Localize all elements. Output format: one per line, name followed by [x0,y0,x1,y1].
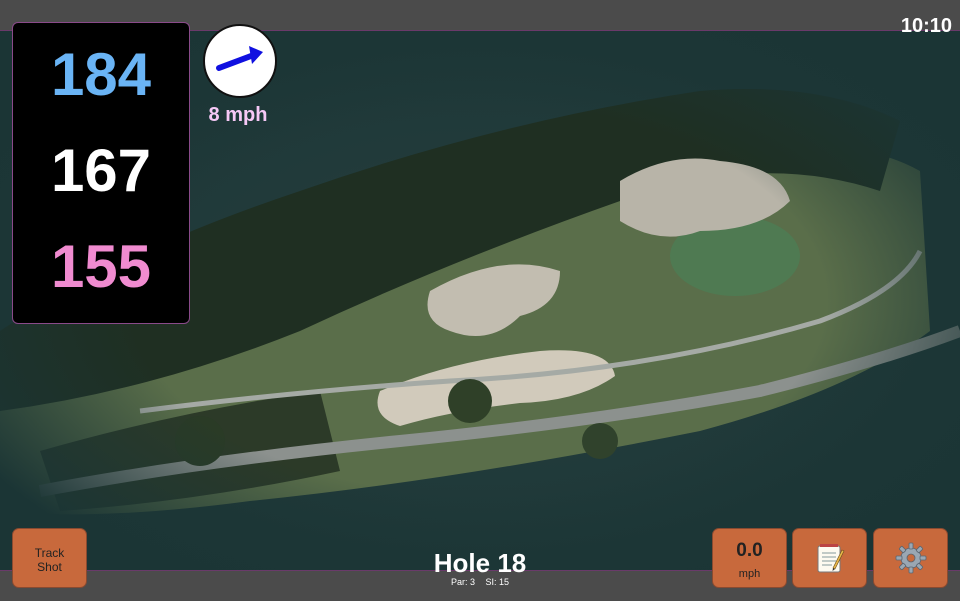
speed-unit: mph [738,568,761,580]
notes-button[interactable] [792,528,867,588]
speed-button[interactable]: 0.0 mph [712,528,787,588]
wind-speed: 8 mph [208,104,268,126]
hole-stroke-index: SI: 15 [485,577,510,587]
track-shot-label-line2: Shot [37,560,62,574]
wind-arrow-icon [216,46,263,71]
track-shot-button[interactable]: Track Shot [12,528,87,588]
distance-front: 155 [50,233,152,300]
hole-details: Par: 3 SI: 15 [380,577,580,587]
notepad-icon [817,544,844,573]
speed-value: 0.0 [736,540,763,561]
distance-panel: 184 167 155 [12,22,190,324]
gear-icon [895,542,926,574]
distance-middle: 167 [50,137,152,204]
hole-par: Par: 3 [450,577,475,587]
wind-indicator [203,24,277,98]
clock: 10:10 [900,15,952,37]
track-shot-label-line1: Track [34,546,65,560]
settings-button[interactable] [873,528,948,588]
hole-title: Hole 18 [433,548,527,578]
distance-back: 184 [50,41,152,108]
